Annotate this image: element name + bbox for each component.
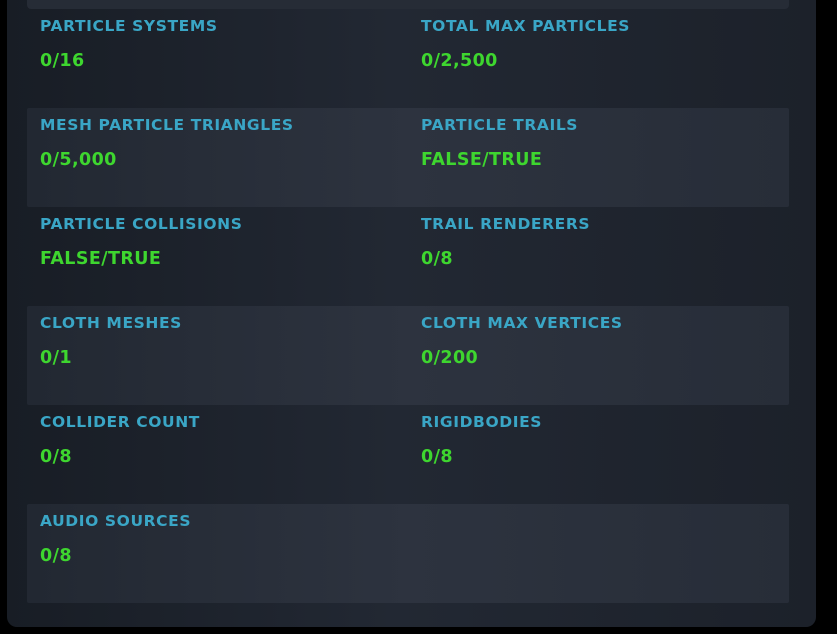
stats-list: PARTICLE SYSTEMS 0/16 TOTAL MAX PARTICLE… bbox=[27, 9, 789, 603]
stats-row: PARTICLE SYSTEMS 0/16 TOTAL MAX PARTICLE… bbox=[27, 9, 789, 108]
stat-label: PARTICLE COLLISIONS bbox=[40, 215, 243, 233]
stat-value: FALSE/TRUE bbox=[40, 249, 162, 269]
stat-label: PARTICLE TRAILS bbox=[421, 116, 579, 134]
stats-row: AUDIO SOURCES 0/8 bbox=[27, 504, 789, 603]
stat-label: TRAIL RENDERERS bbox=[421, 215, 591, 233]
stat-value: 0/8 bbox=[421, 249, 453, 269]
stat-label: PARTICLE SYSTEMS bbox=[40, 17, 218, 35]
stats-row: MESH PARTICLE TRIANGLES 0/5,000 PARTICLE… bbox=[27, 108, 789, 207]
previous-row-edge bbox=[27, 0, 789, 9]
stat-label: COLLIDER COUNT bbox=[40, 413, 200, 431]
stat-value: 0/16 bbox=[40, 51, 85, 71]
stats-row: CLOTH MESHES 0/1 CLOTH MAX VERTICES 0/20… bbox=[27, 306, 789, 405]
stats-row: PARTICLE COLLISIONS FALSE/TRUE TRAIL REN… bbox=[27, 207, 789, 306]
stat-label: CLOTH MESHES bbox=[40, 314, 182, 332]
stat-label: MESH PARTICLE TRIANGLES bbox=[40, 116, 294, 134]
stat-label: TOTAL MAX PARTICLES bbox=[421, 17, 631, 35]
stat-label: RIGIDBODIES bbox=[421, 413, 543, 431]
stats-panel: PARTICLE SYSTEMS 0/16 TOTAL MAX PARTICLE… bbox=[7, 0, 816, 627]
stats-row: COLLIDER COUNT 0/8 RIGIDBODIES 0/8 bbox=[27, 405, 789, 504]
stat-value: 0/5,000 bbox=[40, 150, 117, 170]
stat-value: 0/8 bbox=[40, 546, 72, 566]
stat-value: FALSE/TRUE bbox=[421, 150, 543, 170]
stat-value: 0/8 bbox=[40, 447, 72, 467]
stat-value: 0/2,500 bbox=[421, 51, 498, 71]
stat-value: 0/1 bbox=[40, 348, 72, 368]
stat-label: AUDIO SOURCES bbox=[40, 512, 192, 530]
stat-value: 0/8 bbox=[421, 447, 453, 467]
stat-value: 0/200 bbox=[421, 348, 479, 368]
stat-label: CLOTH MAX VERTICES bbox=[421, 314, 623, 332]
